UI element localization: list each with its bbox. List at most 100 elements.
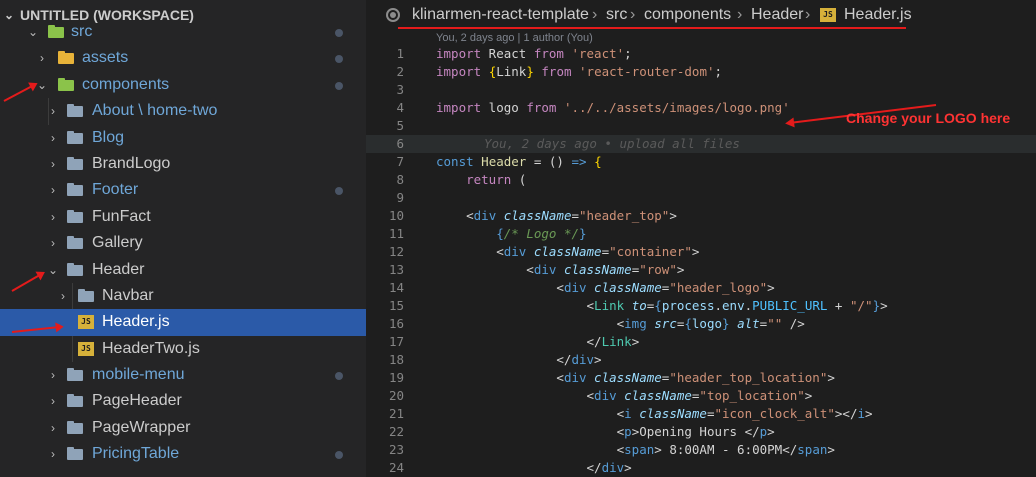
tree-item-funfact[interactable]: › FunFact <box>0 204 366 230</box>
code-line: 2 import {Link} from 'react-router-dom'; <box>366 63 1036 81</box>
folder-icon <box>67 209 83 224</box>
tree-item-components[interactable]: ⌄ components <box>0 72 366 98</box>
tree-item-label: mobile-menu <box>92 366 185 384</box>
breadcrumb-item-src[interactable]: src <box>606 0 627 30</box>
chevron-right-icon: › <box>630 6 636 23</box>
line-number: 24 <box>388 460 404 475</box>
code-line: 1 import React from 'react'; <box>366 45 1036 63</box>
tree-item-pricingtable[interactable]: › PricingTable <box>0 441 366 467</box>
chevron-right-icon[interactable]: › <box>46 415 60 441</box>
chevron-right-icon: › <box>805 6 811 23</box>
tree-item-label: FunFact <box>92 207 151 225</box>
line-number: 11 <box>388 226 404 241</box>
code-line: 18 </div> <box>366 351 1036 369</box>
tree-item-label: HeaderTwo.js <box>102 339 200 357</box>
folder-icon <box>58 51 74 65</box>
breadcrumb-item-components[interactable]: components <box>644 0 731 30</box>
line-number: 2 <box>396 64 404 79</box>
tree-item-label: About \ home-two <box>92 102 218 120</box>
line-number: 10 <box>388 208 404 223</box>
tree-item-label: Blog <box>92 128 125 146</box>
tree-item-label: assets <box>82 49 129 67</box>
line-number: 13 <box>388 262 404 277</box>
tree-item-navbar[interactable]: › Navbar <box>0 282 366 310</box>
chevron-right-icon[interactable]: › <box>46 388 60 414</box>
tree-item-mobile-menu[interactable]: › mobile-menu <box>0 362 366 388</box>
tree-item-pageheader[interactable]: › PageHeader <box>0 388 366 414</box>
line-number: 19 <box>388 370 404 385</box>
code-line: 20 <div className="top_location"> <box>366 387 1036 405</box>
code-line: 23 <span> 8:00AM - 6:00PM</span> <box>366 441 1036 459</box>
line-number: 20 <box>388 388 404 403</box>
tree-item-label: BrandLogo <box>92 154 171 172</box>
chevron-right-icon: › <box>737 6 743 23</box>
breadcrumb-item-file[interactable]: Header.js <box>844 0 912 30</box>
tree-item-brandlogo[interactable]: › BrandLogo <box>0 151 366 177</box>
tree-item-label: components <box>82 75 170 93</box>
tree-item-label: PageHeader <box>92 392 182 410</box>
tree-item-headertwo-js[interactable]: JS HeaderTwo.js <box>0 335 366 363</box>
chevron-right-icon[interactable]: › <box>56 283 70 309</box>
explorer-sidebar: ⌄ UNTITLED (WORKSPACE) ⌄ src › assets ⌄ … <box>0 0 366 477</box>
line-number: 15 <box>388 298 404 313</box>
chevron-right-icon: › <box>592 6 598 23</box>
line-number: 17 <box>388 334 404 349</box>
code-line: 21 <i className="icon_clock_alt"></i> <box>366 405 1036 423</box>
line-number: 5 <box>396 118 404 133</box>
folder-icon <box>58 77 74 92</box>
tree-item-pagewrapper[interactable]: › PageWrapper <box>0 415 366 441</box>
chevron-right-icon[interactable]: › <box>35 45 49 71</box>
editor-pane: klinarmen-react-template › src › compone… <box>366 0 1036 477</box>
modified-dot-icon <box>335 451 343 460</box>
tree-item-footer[interactable]: › Footer <box>0 177 366 203</box>
code-line: 19 <div className="header_top_location"> <box>366 369 1036 387</box>
breadcrumb-item-header[interactable]: Header <box>751 0 803 30</box>
tree-item-gallery[interactable]: › Gallery <box>0 230 366 256</box>
tree-item-src[interactable]: ⌄ src <box>0 19 366 45</box>
code-line: 24 </div> <box>366 459 1036 477</box>
tree-item-assets[interactable]: › assets <box>0 45 366 71</box>
chevron-right-icon[interactable]: › <box>46 230 60 256</box>
chevron-right-icon[interactable]: › <box>46 177 60 203</box>
line-number: 3 <box>396 82 404 97</box>
tree-item-label: Navbar <box>102 286 154 304</box>
chevron-down-icon[interactable]: ⌄ <box>46 257 60 283</box>
line-number: 14 <box>388 280 404 295</box>
code-line: 10 <div className="header_top"> <box>366 207 1036 225</box>
tree-item-label: Header.js <box>102 313 170 331</box>
chevron-right-icon[interactable]: › <box>46 151 60 177</box>
code-line: 12 <div className="container"> <box>366 243 1036 261</box>
folder-icon <box>67 394 83 408</box>
chevron-right-icon[interactable]: › <box>46 441 60 467</box>
breadcrumb-item-root[interactable]: klinarmen-react-template <box>412 0 589 30</box>
js-file-icon: JS <box>78 341 94 356</box>
tree-item-label: PricingTable <box>92 445 180 463</box>
folder-icon <box>67 447 83 461</box>
chevron-right-icon[interactable]: › <box>46 125 60 151</box>
line-number: 23 <box>388 442 404 457</box>
line-number: 7 <box>396 154 404 169</box>
tree-item-blog[interactable]: › Blog <box>0 125 366 151</box>
code-line: 14 <div className="header_logo"> <box>366 279 1036 297</box>
file-tree: ⌄ src › assets ⌄ components › About \ ho… <box>0 19 366 468</box>
code-line: 16 <img src={logo} alt="" /> <box>366 315 1036 333</box>
code-line: 6 You, 2 days ago • upload all files <box>366 135 1036 153</box>
git-commit-icon <box>386 8 400 22</box>
annotation-underline <box>398 27 906 29</box>
line-number: 4 <box>396 100 404 115</box>
chevron-right-icon[interactable]: › <box>46 204 60 230</box>
tree-item-header[interactable]: ⌄ Header <box>0 257 366 283</box>
line-number: 21 <box>388 406 404 421</box>
folder-open-icon <box>67 262 83 277</box>
chevron-right-icon[interactable]: › <box>46 362 60 388</box>
line-number: 1 <box>396 46 404 61</box>
chevron-down-icon[interactable]: ⌄ <box>26 19 40 45</box>
folder-icon <box>67 236 83 250</box>
codelens-blame[interactable]: You, 2 days ago | 1 author (You) <box>436 32 593 44</box>
chevron-right-icon[interactable]: › <box>46 98 60 124</box>
line-number: 22 <box>388 424 404 439</box>
line-number: 16 <box>388 316 404 331</box>
tree-item-label: Header <box>92 260 145 278</box>
tree-item-label: src <box>71 23 93 40</box>
tree-item-about[interactable]: › About \ home-two <box>0 98 366 125</box>
